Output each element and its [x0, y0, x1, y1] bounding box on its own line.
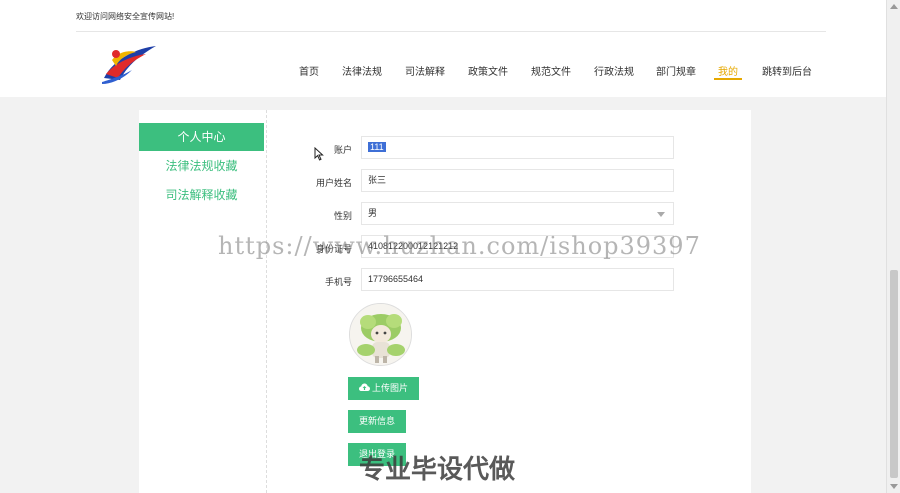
sidebar: 个人中心 法律法规收藏 司法解释收藏 [139, 110, 267, 493]
nav-home[interactable]: 首页 [299, 63, 319, 78]
account-value: 111 [368, 142, 386, 152]
nav-mine-label: 我的 [718, 67, 738, 78]
username-label: 用户姓名 [315, 178, 352, 188]
cloud-upload-icon [358, 383, 370, 391]
nav-laws[interactable]: 法律法规 [342, 63, 382, 78]
page-scrollbar[interactable] [886, 0, 900, 493]
welcome-text: 欢迎访问网络安全宣传网站! [76, 12, 175, 21]
nav-policy-documents[interactable]: 政策文件 [468, 63, 508, 78]
nav-mine[interactable]: 我的 [714, 63, 742, 80]
scroll-down-arrow-icon[interactable] [890, 484, 898, 489]
update-info-button[interactable]: 更新信息 [348, 410, 406, 433]
account-input[interactable]: 111 [361, 136, 674, 159]
mouse-cursor-icon [314, 147, 324, 161]
nav-administrative-regulations[interactable]: 行政法规 [594, 63, 634, 78]
sidebar-law-favorites[interactable]: 法律法规收藏 [139, 157, 264, 174]
sidebar-personal-center[interactable]: 个人中心 [139, 123, 264, 151]
avatar-illustration-icon [350, 304, 411, 365]
username-input[interactable]: 张三 [361, 169, 674, 192]
nav-go-to-admin[interactable]: 跳转到后台 [762, 63, 812, 78]
top-header: 欢迎访问网络安全宣传网站! 首页 法律法规 司法解释 政策文件 规范文件 行政法… [0, 0, 886, 97]
gender-value: 男 [368, 208, 378, 218]
gender-label: 性别 [333, 211, 352, 221]
sidebar-judicial-favorites[interactable]: 司法解释收藏 [139, 186, 264, 203]
phone-label: 手机号 [324, 277, 352, 287]
avatar [349, 303, 412, 366]
nav-judicial-interpretation[interactable]: 司法解释 [405, 63, 445, 78]
site-logo[interactable] [98, 40, 158, 88]
chevron-down-icon [657, 212, 665, 217]
upload-image-button[interactable]: 上传图片 [348, 377, 419, 400]
scroll-thumb[interactable] [890, 270, 898, 478]
watermark-url: https://www.huzhan.com/ishop39397 [218, 232, 701, 260]
profile-panel: 个人中心 法律法规收藏 司法解释收藏 [139, 110, 751, 493]
nav-active-underline [714, 78, 742, 80]
header-divider [76, 31, 826, 32]
phone-input[interactable]: 17796655464 [361, 268, 674, 291]
scroll-up-arrow-icon[interactable] [890, 4, 898, 9]
nav-normative-documents[interactable]: 规范文件 [531, 63, 571, 78]
watermark-text: 专业毕设代做 [359, 455, 516, 485]
nav-department-rules[interactable]: 部门规章 [656, 63, 696, 78]
upload-image-label: 上传图片 [371, 383, 408, 393]
gender-select[interactable]: 男 [361, 202, 674, 225]
